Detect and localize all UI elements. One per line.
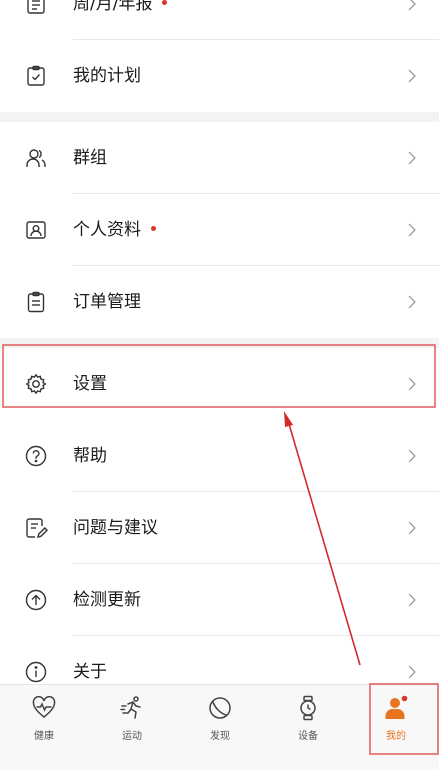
- profile-icon: [24, 218, 48, 242]
- watch-icon: [295, 695, 321, 721]
- home-indicator-area: [0, 752, 439, 770]
- menu-item-check-update[interactable]: 检测更新: [0, 564, 439, 636]
- tab-mine[interactable]: 我的: [352, 685, 439, 745]
- menu-item-label: 帮助: [73, 446, 107, 466]
- chevron-right-icon: [408, 377, 416, 391]
- info-icon: [24, 660, 48, 684]
- tab-label: 设备: [298, 731, 318, 742]
- plan-icon: [24, 64, 48, 88]
- chevron-right-icon: [408, 521, 416, 535]
- feedback-icon: [24, 516, 48, 540]
- menu-item-label: 订单管理: [73, 292, 141, 312]
- report-icon: [24, 0, 48, 16]
- menu-item-label: 设置: [73, 374, 107, 394]
- group-icon: [24, 146, 48, 170]
- heart-pulse-icon: [31, 695, 57, 721]
- menu-item-label: 问题与建议: [73, 518, 158, 538]
- menu-item-label: 个人资料: [73, 220, 141, 240]
- order-icon: [24, 290, 48, 314]
- chevron-right-icon: [408, 665, 416, 679]
- menu-item-profile[interactable]: 个人资料: [0, 194, 439, 266]
- menu-item-report[interactable]: 周/月/年报: [0, 0, 439, 40]
- tab-label: 发现: [210, 731, 230, 742]
- tab-health[interactable]: 健康: [0, 685, 88, 745]
- menu-item-my-plan[interactable]: 我的计划: [0, 40, 439, 112]
- menu-item-label: 我的计划: [73, 66, 141, 86]
- runner-icon: [119, 695, 145, 721]
- chevron-right-icon: [408, 151, 416, 165]
- menu-item-orders[interactable]: 订单管理: [0, 266, 439, 338]
- chevron-right-icon: [408, 295, 416, 309]
- compass-icon: [207, 695, 233, 721]
- menu-item-label: 检测更新: [73, 590, 141, 610]
- tab-label: 运动: [122, 731, 142, 742]
- menu-item-settings[interactable]: 设置: [0, 348, 439, 420]
- chevron-right-icon: [408, 0, 416, 11]
- tab-sport[interactable]: 运动: [88, 685, 176, 745]
- chevron-right-icon: [408, 593, 416, 607]
- menu-item-feedback[interactable]: 问题与建议: [0, 492, 439, 564]
- notification-dot: [162, 0, 168, 5]
- chevron-right-icon: [408, 449, 416, 463]
- person-icon: [383, 695, 409, 721]
- tab-label: 我的: [386, 731, 406, 742]
- tab-label: 健康: [34, 731, 54, 742]
- chevron-right-icon: [408, 223, 416, 237]
- menu-item-group[interactable]: 群组: [0, 122, 439, 194]
- tab-discover[interactable]: 发现: [176, 685, 264, 745]
- menu-item-label: 群组: [73, 148, 107, 168]
- notification-dot: [151, 225, 156, 231]
- help-icon: [24, 444, 48, 468]
- menu-item-help[interactable]: 帮助: [0, 420, 439, 492]
- update-icon: [24, 588, 48, 612]
- menu-item-label: 周/月/年报: [73, 0, 153, 14]
- chevron-right-icon: [408, 69, 416, 83]
- tab-device[interactable]: 设备: [264, 685, 352, 745]
- gear-icon: [24, 372, 48, 396]
